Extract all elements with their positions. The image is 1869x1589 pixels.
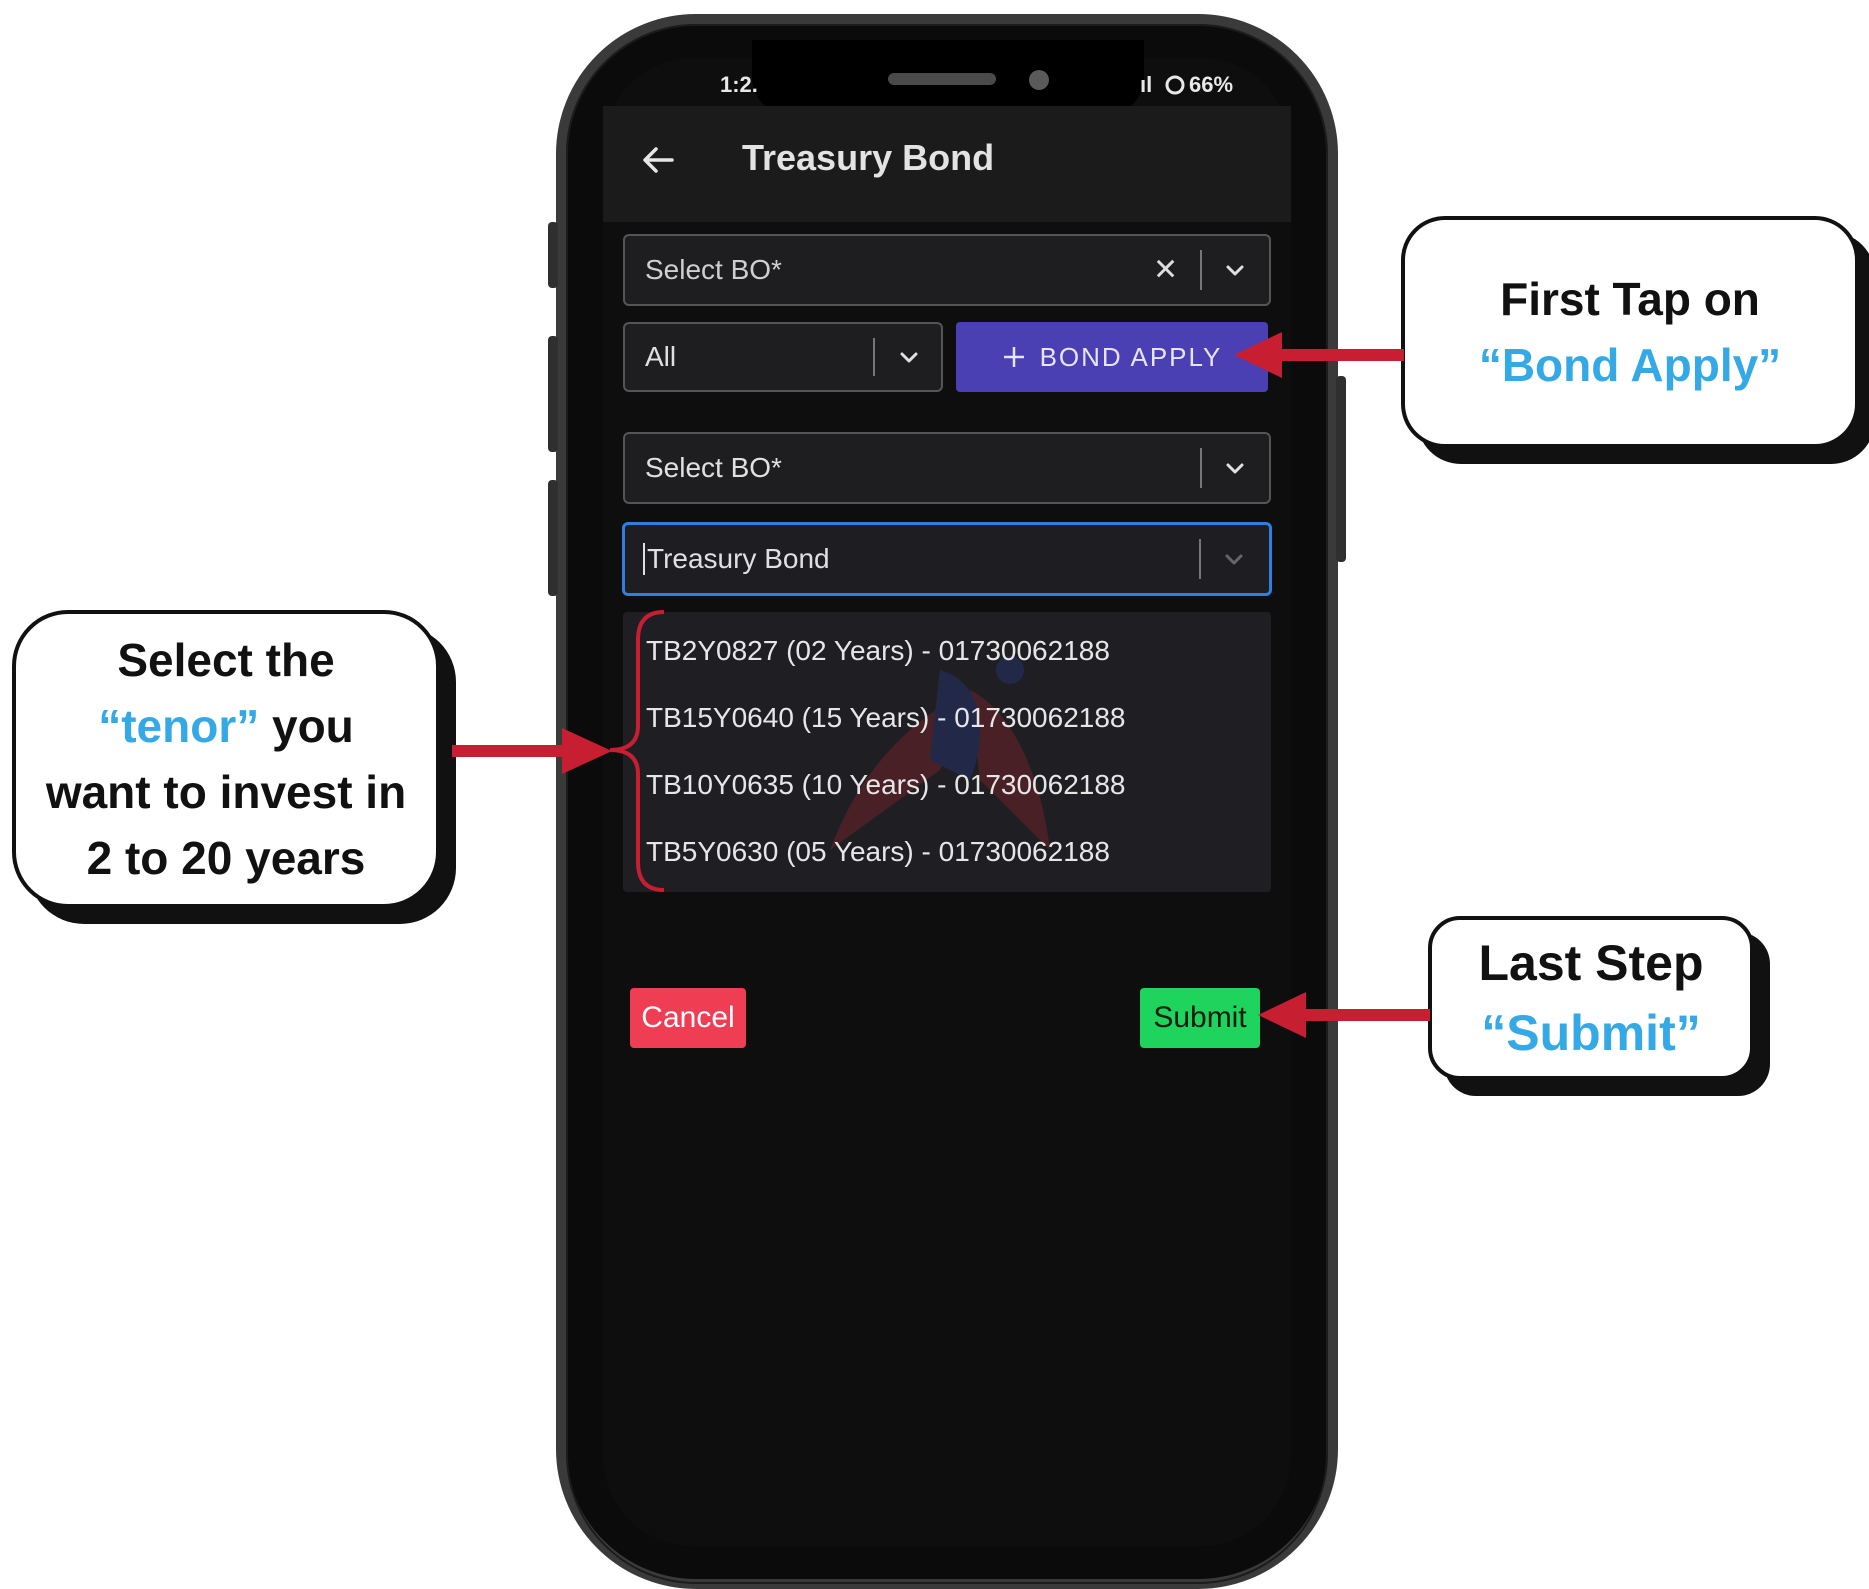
battery-saver-icon [1165, 75, 1185, 95]
field-separator [1200, 250, 1202, 290]
select-bo-top[interactable]: Select BO* ✕ [623, 234, 1271, 306]
tenor-option-5y[interactable]: TB5Y0630 (05 Years) - 01730062188 [646, 836, 1110, 868]
volume-up-button [548, 336, 558, 452]
callout-bond-apply: First Tap on “Bond Apply” [1401, 216, 1859, 448]
callout-tenor-line2: “tenor” you [16, 693, 436, 759]
status-time: 1:2. [720, 72, 758, 97]
callout-tenor-line2-rest: you [259, 700, 354, 752]
arrow-to-bond-apply [1234, 332, 1404, 378]
clear-icon[interactable]: ✕ [1153, 253, 1178, 288]
volume-down-button [548, 480, 558, 596]
signal-icon: ıl [1140, 72, 1153, 97]
bond-type-value[interactable]: Treasury Bond [643, 543, 830, 575]
submit-button[interactable]: Submit [1140, 988, 1260, 1048]
filter-select[interactable]: All [623, 322, 943, 392]
tenor-option-15y[interactable]: TB15Y0640 (15 Years) - 01730062188 [646, 702, 1126, 734]
watermark-logo [830, 656, 1050, 850]
callout-tenor-line4: 2 to 20 years [86, 832, 366, 884]
filter-value: All [645, 341, 677, 372]
bond-type-select[interactable]: Treasury Bond [622, 522, 1272, 596]
select-bo-second-value: Select BO* [645, 452, 782, 483]
tenor-option-10y[interactable]: TB10Y0635 (10 Years) - 01730062188 [646, 769, 1126, 801]
chevron-down-icon[interactable] [1220, 545, 1248, 573]
chevron-down-icon[interactable] [895, 343, 923, 371]
arrow-to-tenor-list [452, 728, 612, 774]
callout-tenor-line3: want to invest in [45, 766, 407, 818]
callout-bond-apply-line1: First Tap on [1500, 273, 1760, 325]
cancel-button[interactable]: Cancel [630, 988, 746, 1048]
tenor-option-2y[interactable]: TB2Y0827 (02 Years) - 01730062188 [646, 635, 1110, 667]
callout-submit-line1: Last Step [1478, 935, 1704, 991]
speaker-grille [888, 73, 996, 85]
front-camera [1029, 70, 1049, 90]
arrow-to-submit [1258, 992, 1430, 1038]
field-separator [1199, 539, 1201, 579]
callout-submit: Last Step “Submit” [1428, 916, 1754, 1080]
callout-bond-apply-highlight: “Bond Apply” [1478, 339, 1782, 391]
select-bo-top-placeholder: Select BO* [645, 254, 782, 285]
chevron-down-icon[interactable] [1221, 256, 1249, 284]
back-arrow-icon[interactable] [638, 140, 678, 180]
battery-level: 66% [1189, 72, 1234, 97]
chevron-down-icon[interactable] [1221, 454, 1249, 482]
callout-tenor-highlight: “tenor” [98, 700, 260, 752]
field-separator [1200, 448, 1202, 488]
plus-icon [1003, 347, 1024, 367]
page-title: Treasury Bond [742, 137, 995, 178]
bond-apply-button[interactable]: BOND APPLY [956, 322, 1268, 392]
field-separator [873, 338, 875, 376]
power-button [1336, 376, 1346, 562]
select-bo-second[interactable]: Select BO* [623, 432, 1271, 504]
callout-tenor-line1: Select the [117, 634, 335, 686]
callout-tenor: Select the “tenor” you want to invest in… [12, 610, 440, 908]
bond-apply-label: BOND APPLY [1039, 341, 1223, 372]
callout-submit-highlight: “Submit” [1481, 1005, 1701, 1061]
mute-switch [548, 222, 558, 288]
